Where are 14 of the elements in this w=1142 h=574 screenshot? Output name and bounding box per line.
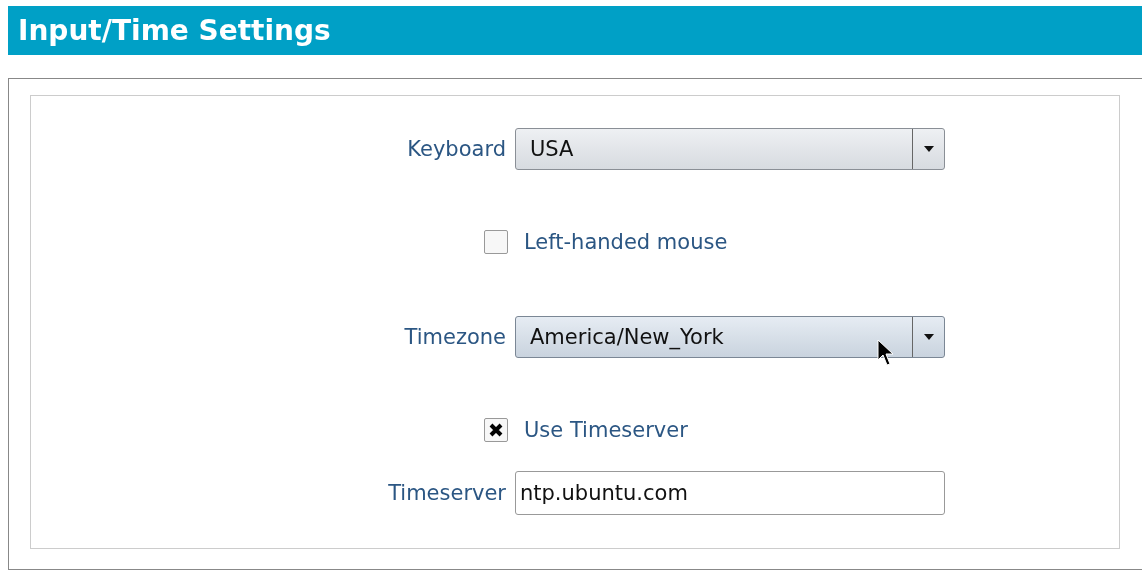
checkbox-label[interactable]: Left-handed mouse	[524, 230, 728, 254]
checkbox[interactable]	[484, 418, 508, 442]
caret-icon	[923, 334, 934, 340]
caret-icon	[923, 146, 934, 152]
checkbox[interactable]	[484, 230, 508, 254]
page-title: Input/Time Settings	[18, 14, 331, 47]
cursor-icon	[877, 339, 895, 367]
dropdown[interactable]: USA	[515, 128, 945, 170]
cross-mark-icon	[488, 422, 504, 438]
checkbox-label[interactable]: Use Timeserver	[524, 418, 688, 442]
input-field[interactable]: ntp.ubuntu.com	[515, 471, 945, 515]
field-label: Keyboard	[406, 137, 506, 161]
field-label: Timeserver	[387, 481, 506, 505]
field-label: Timezone	[403, 325, 506, 349]
